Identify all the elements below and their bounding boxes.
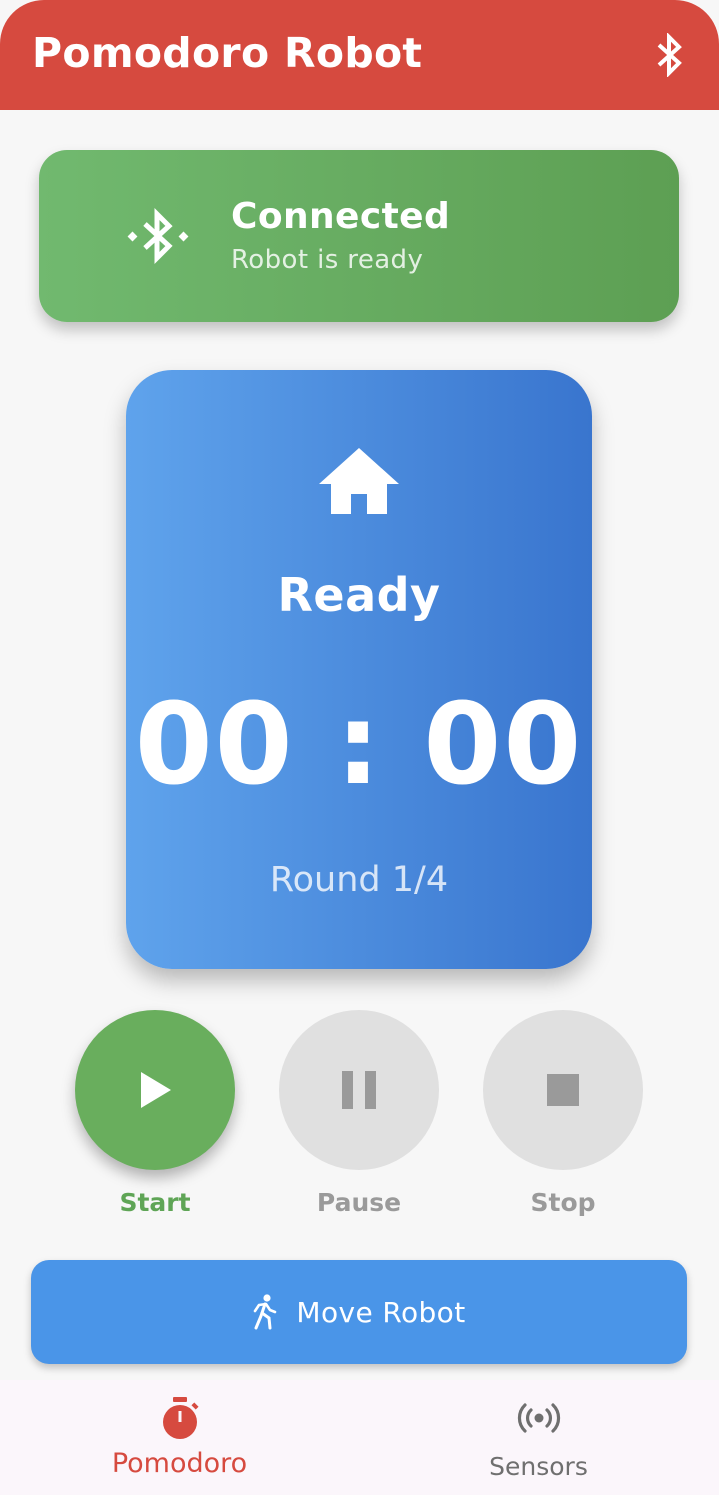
nav-item-pomodoro[interactable]: Pomodoro [0, 1380, 359, 1495]
timer-icon [158, 1396, 202, 1440]
play-icon [141, 1072, 171, 1108]
pause-button[interactable] [279, 1010, 439, 1170]
stop-control: Stop [483, 1010, 643, 1217]
app-screen: Pomodoro Robot Connected Robot is ready [0, 0, 719, 1495]
bottom-navigation: Pomodoro Sensors [0, 1380, 719, 1495]
pause-label: Pause [316, 1188, 402, 1217]
walk-icon [254, 1294, 277, 1330]
nav-label-pomodoro: Pomodoro [111, 1448, 248, 1479]
connection-status-detail: Robot is ready [231, 245, 424, 275]
stop-icon [547, 1074, 579, 1106]
start-button[interactable] [75, 1010, 235, 1170]
app-title: Pomodoro Robot [32, 29, 423, 77]
stop-button[interactable] [483, 1010, 643, 1170]
timer-countdown: 00 : 00 [134, 680, 584, 810]
app-bar: Pomodoro Robot [0, 0, 719, 110]
home-icon [317, 444, 401, 516]
pause-icon [342, 1071, 376, 1109]
bluetooth-icon[interactable] [647, 33, 691, 77]
start-label: Start [119, 1188, 191, 1217]
nav-item-sensors[interactable]: Sensors [359, 1380, 718, 1495]
bluetooth-connected-icon [125, 204, 191, 270]
connection-status-card: Connected Robot is ready [39, 150, 679, 322]
stop-label: Stop [530, 1188, 596, 1217]
pause-control: Pause [279, 1010, 439, 1217]
nav-label-sensors: Sensors [489, 1452, 588, 1481]
move-robot-label: Move Robot [296, 1295, 466, 1329]
timer-round-label: Round 1/4 [269, 860, 449, 900]
move-robot-button[interactable]: Move Robot [31, 1260, 687, 1364]
timer-state-label: Ready [277, 568, 441, 622]
sensors-icon [517, 1396, 561, 1440]
timer-card: Ready 00 : 00 Round 1/4 [126, 370, 592, 969]
start-control: Start [75, 1010, 235, 1217]
connection-status-title: Connected [231, 196, 451, 237]
